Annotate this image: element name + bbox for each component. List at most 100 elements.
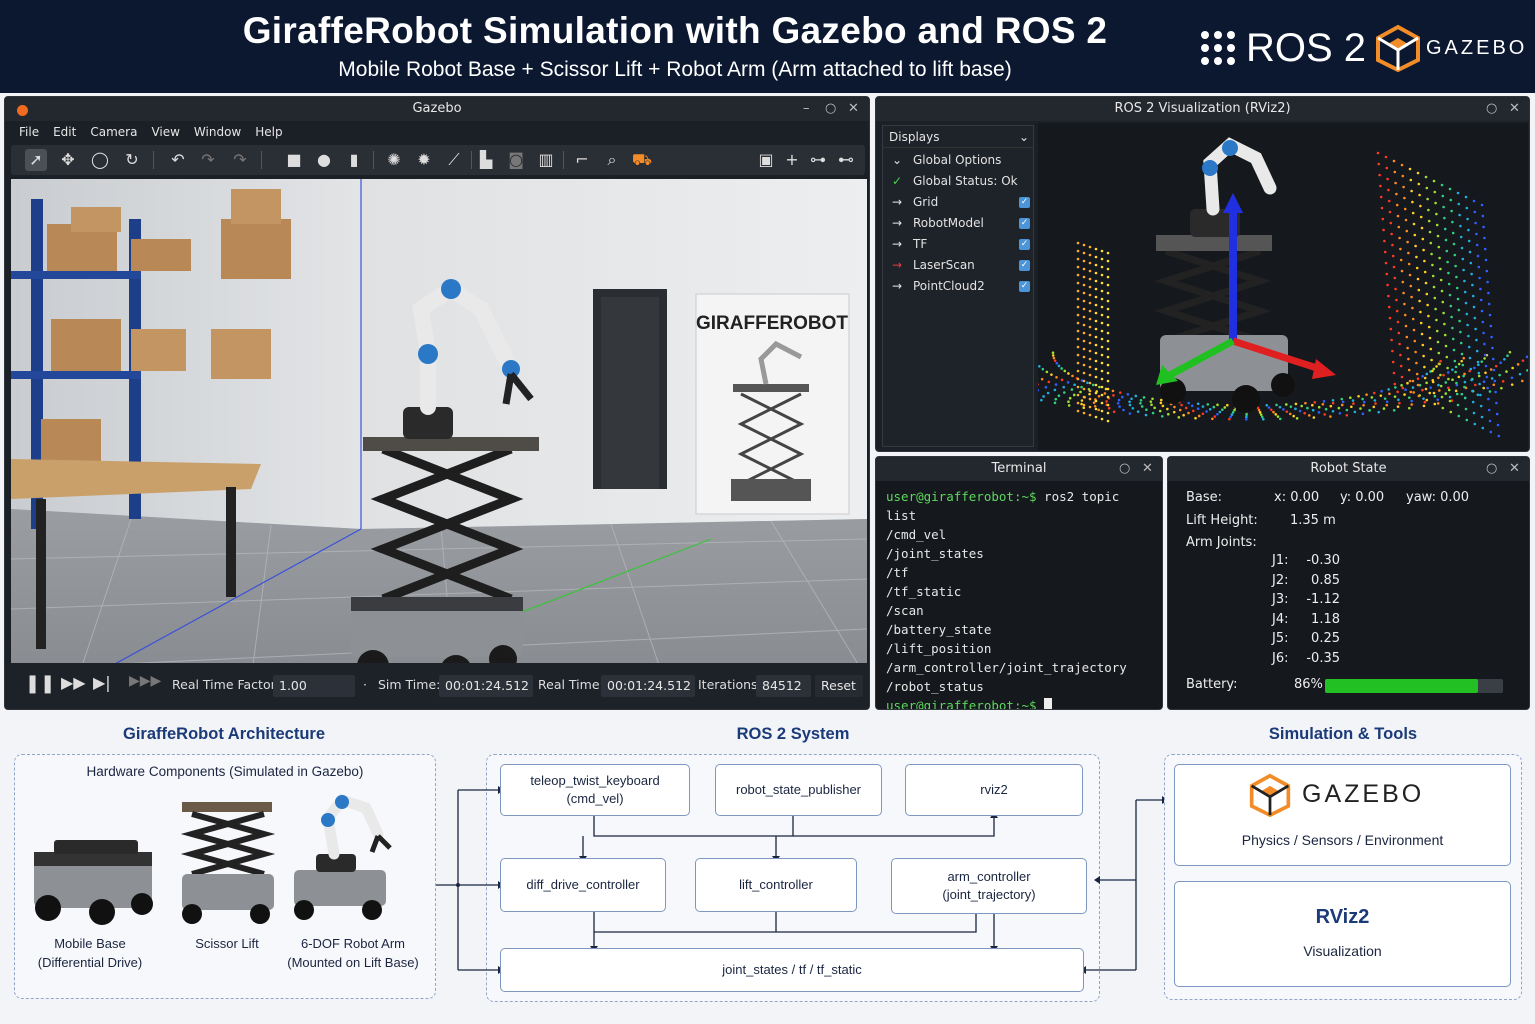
menu-help[interactable]: Help — [255, 121, 282, 143]
node-diff-label: diff_drive_controller — [526, 877, 640, 892]
hardware-illustrations — [34, 793, 392, 925]
node-rsp-label: robot_state_publisher — [735, 782, 862, 797]
paste-icon[interactable]: ◙ — [505, 149, 527, 171]
terminal-command-line: user@girafferobot:~$ ros2 topic list — [886, 487, 1154, 525]
menu-camera[interactable]: Camera — [90, 121, 137, 143]
architecture-title: GiraffeRobot Architecture — [123, 725, 325, 743]
close-icon[interactable]: ✕ — [1509, 457, 1520, 481]
panel-menu-icon[interactable]: ⌄ — [1019, 126, 1029, 148]
rtf-label: Real Time Factor: — [172, 677, 280, 692]
rviz-tool-card[interactable]: RViz2 Visualization — [1174, 881, 1511, 987]
terminal-final-line: user@girafferobot:~$ — [886, 696, 1154, 710]
close-icon[interactable]: ✕ — [1509, 97, 1520, 121]
log-icon[interactable]: ⊷ — [835, 149, 857, 171]
box-shape-icon[interactable]: ■ — [283, 149, 305, 171]
close-icon[interactable]: ✕ — [848, 97, 859, 121]
menu-file[interactable]: File — [19, 121, 39, 143]
display-item[interactable]: → LaserScan ✓ — [883, 255, 1033, 276]
terminal-topic-line: /lift_position — [886, 641, 992, 656]
point-light-icon[interactable]: ✺ — [383, 149, 405, 171]
redo-all-icon[interactable]: ↷ — [229, 149, 251, 171]
copy-icon[interactable]: ▙ — [475, 149, 497, 171]
base-label: Base: — [1186, 490, 1223, 505]
maximize-icon[interactable]: ○ — [1119, 457, 1130, 481]
gazebo-window-title: Gazebo — [412, 101, 462, 116]
node-topics[interactable]: joint_states / tf / tf_static — [500, 948, 1084, 992]
record-icon[interactable]: ⊶ — [807, 149, 829, 171]
node-diff-drive[interactable]: diff_drive_controller — [500, 858, 666, 912]
undo-icon[interactable]: ↶ — [167, 149, 189, 171]
step-forward-icon[interactable]: ▶▶ — [61, 673, 86, 692]
display-item[interactable]: → Grid ✓ — [883, 192, 1033, 213]
align-icon[interactable]: ▥ — [535, 149, 557, 171]
step-icon[interactable]: ▶| — [93, 673, 111, 692]
display-item-label: Global Options — [913, 153, 1002, 167]
menu-edit[interactable]: Edit — [53, 121, 76, 143]
terminal-window: Terminal ○ ✕ user@girafferobot:~$ ros2 t… — [875, 456, 1163, 710]
sphere-shape-icon[interactable]: ● — [313, 149, 335, 171]
terminal-output[interactable]: user@girafferobot:~$ ros2 topic list /cm… — [876, 481, 1162, 710]
menu-view[interactable]: View — [151, 121, 179, 143]
node-rviz2[interactable]: rviz2 — [905, 764, 1083, 816]
rviz-3d-view[interactable] — [1038, 123, 1528, 451]
display-checkbox[interactable]: ✓ — [1019, 260, 1030, 271]
display-item[interactable]: → RobotModel ✓ — [883, 213, 1033, 234]
gazebo-logo-text: GAZEBO — [1426, 37, 1528, 59]
screenshot-icon[interactable]: ▣ — [755, 149, 777, 171]
header-banner: GiraffeRobot Simulation with Gazebo and … — [0, 0, 1535, 93]
maximize-icon[interactable]: ○ — [825, 97, 836, 121]
add-icon[interactable]: + — [781, 149, 803, 171]
robot-state-window: Robot State ○ ✕ Base: x: 0.00 y: 0.00 ya… — [1167, 456, 1530, 710]
translate-icon[interactable]: ✥ — [57, 149, 79, 171]
display-checkbox[interactable]: ✓ — [1019, 218, 1030, 229]
zoom-icon[interactable]: ⌕ — [601, 149, 623, 171]
node-arm-controller[interactable]: arm_controller (joint_trajectory) — [891, 858, 1087, 914]
component-mobile-base: Mobile Base (Differential Drive) — [20, 934, 160, 972]
snap-icon[interactable]: ⌐ — [571, 149, 593, 171]
display-checkbox[interactable]: ✓ — [1019, 239, 1030, 250]
terminal-final-suffix: :~$ — [1013, 698, 1037, 710]
refresh-icon[interactable]: ↻ — [121, 149, 143, 171]
reset-button[interactable]: Reset — [815, 675, 863, 697]
node-lift-controller[interactable]: lift_controller — [695, 858, 857, 912]
redo-icon[interactable]: ↷ — [197, 149, 219, 171]
base-x: x: 0.00 — [1274, 490, 1320, 505]
directional-light-icon[interactable]: ⟋ — [443, 149, 465, 171]
gazebo-cube-icon — [1249, 773, 1291, 817]
maximize-icon[interactable]: ○ — [1486, 97, 1497, 121]
robot-state-title-bar: Robot State — [1168, 457, 1529, 481]
fast-forward-icon[interactable]: ▶▶▶ — [129, 673, 161, 689]
robot-state-window-title: Robot State — [1310, 461, 1387, 476]
check-icon: ✓ — [891, 174, 903, 188]
terminal-final-prompt: user@girafferobot — [886, 698, 1014, 710]
display-item[interactable]: ✓ Global Status: Ok — [883, 171, 1033, 192]
menu-window[interactable]: Window — [194, 121, 241, 143]
terminal-topic-line: /cmd_vel — [886, 527, 947, 542]
node-robot-state-publisher[interactable]: robot_state_publisher — [715, 764, 882, 816]
ros-dots-icon — [1201, 31, 1235, 65]
pause-icon[interactable]: ❚❚ — [25, 673, 55, 694]
display-item-label: Global Status: Ok — [913, 174, 1018, 188]
close-icon[interactable]: ✕ — [1142, 457, 1153, 481]
node-teleop[interactable]: teleop_twist_keyboard (cmd_vel) — [500, 764, 690, 816]
joint-value: 0.25 — [1311, 631, 1340, 646]
display-checkbox[interactable]: ✓ — [1019, 281, 1030, 292]
rviz-card-name: RViz2 — [1315, 906, 1370, 928]
plugin-icon[interactable]: ⛟ — [631, 149, 653, 171]
minimize-icon[interactable]: – — [803, 97, 810, 121]
gazebo-title-bar: Gazebo — [5, 97, 869, 121]
select-mode-icon[interactable]: ➚ — [25, 149, 47, 171]
display-item[interactable]: → TF ✓ — [883, 234, 1033, 255]
display-item[interactable]: → PointCloud2 ✓ — [883, 276, 1033, 297]
cylinder-shape-icon[interactable]: ▮ — [343, 149, 365, 171]
maximize-icon[interactable]: ○ — [1486, 457, 1497, 481]
arrow-right-icon: → — [891, 258, 903, 272]
gazebo-3d-scene[interactable]: GIRAFFEROBOT — [11, 179, 867, 709]
gazebo-tool-card[interactable]: GAZEBO Physics / Sensors / Environment — [1174, 764, 1511, 866]
display-item[interactable]: ⌄ Global Options — [883, 150, 1033, 171]
display-checkbox[interactable]: ✓ — [1019, 197, 1030, 208]
rotate-icon[interactable]: ◯ — [89, 149, 111, 171]
display-item-label: LaserScan — [913, 258, 975, 272]
spot-light-icon[interactable]: ✹ — [413, 149, 435, 171]
rviz-illustration — [1038, 137, 1528, 438]
